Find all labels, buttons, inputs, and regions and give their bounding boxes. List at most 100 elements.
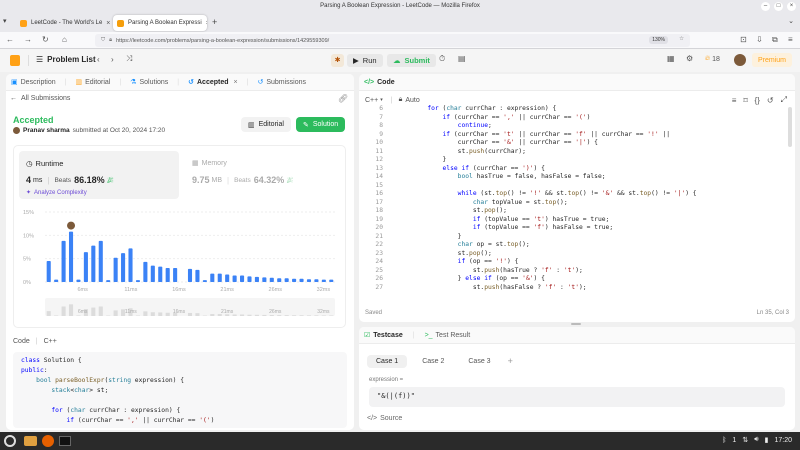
tab-close-icon[interactable]: × bbox=[102, 20, 110, 27]
runtime-bar[interactable] bbox=[46, 261, 51, 282]
zoom-level[interactable]: 130% bbox=[649, 36, 668, 44]
runtime-bar[interactable] bbox=[284, 278, 289, 282]
tab-testcase[interactable]: ☑ Testcase bbox=[364, 331, 403, 340]
solution-button[interactable]: ✎ Solution bbox=[296, 117, 346, 132]
runtime-bar[interactable] bbox=[240, 275, 245, 282]
editor-code-line[interactable]: 16 while (st.top() != '!' && st.top() !=… bbox=[359, 190, 787, 199]
runtime-bar[interactable] bbox=[202, 280, 207, 282]
notes-icon[interactable]: ▤ bbox=[458, 54, 466, 63]
timer-icon[interactable]: ⏱ bbox=[439, 54, 445, 64]
reset-icon[interactable]: ↺ bbox=[767, 96, 774, 105]
add-case-button[interactable]: + bbox=[506, 353, 515, 369]
editor-code-line[interactable]: 23 st.pop(); bbox=[359, 250, 787, 259]
runtime-bar[interactable] bbox=[121, 253, 126, 282]
editor-code-line[interactable]: 20 if (topValue == 'f') hasFalse = true; bbox=[359, 224, 787, 233]
editor-code-line[interactable]: 18 st.pop(); bbox=[359, 207, 787, 216]
terminal-app-icon[interactable] bbox=[59, 436, 71, 446]
runtime-bar[interactable] bbox=[158, 266, 163, 282]
runtime-bar[interactable] bbox=[173, 268, 178, 282]
runtime-bar[interactable] bbox=[225, 274, 230, 282]
settings-gear-icon[interactable]: ⚙ bbox=[686, 54, 693, 63]
leetcode-logo-icon[interactable] bbox=[10, 55, 20, 66]
home-icon[interactable]: ⌂ bbox=[62, 36, 67, 44]
case-tab-2[interactable]: Case 2 bbox=[413, 355, 453, 368]
problem-list-link[interactable]: ☰ Problem List bbox=[36, 55, 96, 64]
file-manager-icon[interactable] bbox=[24, 436, 37, 446]
url-bar[interactable]: ⛉ 🔒︎ https://leetcode.com/problems/parsi… bbox=[95, 34, 690, 47]
next-problem-icon[interactable]: › bbox=[111, 55, 114, 64]
runtime-bar[interactable] bbox=[292, 278, 297, 282]
tab-accepted[interactable]: ↺ Accepted × bbox=[188, 78, 237, 87]
runtime-bar[interactable] bbox=[247, 276, 252, 282]
browser-tab-leetcode[interactable]: LeetCode - The World's Le × bbox=[16, 15, 110, 31]
bluetooth-icon[interactable]: ᛒ bbox=[722, 437, 726, 444]
braces-icon[interactable]: {} bbox=[755, 96, 760, 105]
tab-code[interactable]: </> Code bbox=[364, 79, 395, 86]
extensions-icon[interactable]: ⧉ bbox=[772, 36, 778, 44]
runtime-bar[interactable] bbox=[306, 279, 312, 282]
case-tab-1[interactable]: Case 1 bbox=[367, 354, 408, 368]
runtime-bar[interactable] bbox=[91, 245, 96, 282]
tab-list-icon[interactable]: ▾ bbox=[3, 17, 7, 25]
editor-scrollbar[interactable] bbox=[788, 107, 792, 147]
tab-submissions[interactable]: ↺ Submissions bbox=[257, 78, 306, 87]
back-icon[interactable]: ← bbox=[6, 36, 14, 44]
editor-code-line[interactable]: 14 bool hasTrue = false, hasFalse = fals… bbox=[359, 173, 787, 182]
tab-close-icon[interactable]: × bbox=[202, 20, 207, 27]
runtime-bar[interactable] bbox=[106, 280, 111, 282]
tab-editorial[interactable]: ▥ Editorial bbox=[75, 78, 110, 87]
new-tab-icon[interactable]: + bbox=[212, 17, 217, 27]
runtime-bar[interactable] bbox=[135, 280, 140, 282]
start-menu-icon[interactable] bbox=[4, 435, 16, 447]
streak-counter[interactable]: 🔥︎ 18 bbox=[705, 55, 720, 63]
shuffle-icon[interactable]: ⤨ bbox=[126, 54, 132, 64]
menu-icon[interactable]: ≡ bbox=[788, 36, 793, 44]
editor-code-line[interactable]: 25 st.push(hasTrue ? 'f' : 't'); bbox=[359, 267, 787, 276]
runtime-bar[interactable] bbox=[321, 279, 326, 282]
runtime-bar[interactable] bbox=[98, 240, 103, 282]
network-icon[interactable]: ⇅ bbox=[742, 436, 748, 444]
runtime-bar[interactable] bbox=[329, 279, 334, 282]
downloads-icon[interactable]: ⇩ bbox=[756, 36, 763, 44]
source-link[interactable]: </> Source bbox=[367, 415, 402, 422]
runtime-bar[interactable] bbox=[217, 273, 222, 282]
pocket-icon[interactable]: ⊡ bbox=[740, 36, 747, 44]
runtime-bar[interactable] bbox=[187, 268, 193, 282]
layout-icon[interactable]: ▦ bbox=[667, 54, 675, 63]
editor-code-line[interactable]: 11 st.push(currChar); bbox=[359, 148, 787, 157]
all-submissions-link[interactable]: ← All Submissions bbox=[10, 95, 70, 102]
minimize-icon[interactable]: – bbox=[761, 2, 770, 11]
runtime-box[interactable]: ◷ Runtime 4 ms | Beats 86.18% 🎉︎ ✦ Analy… bbox=[19, 151, 179, 199]
runtime-bar[interactable] bbox=[54, 279, 59, 282]
resize-handle[interactable] bbox=[571, 323, 581, 325]
editor-code-line[interactable]: 27 st.push(hasFalse ? 'f' : 't'); bbox=[359, 284, 787, 293]
runtime-bar[interactable] bbox=[113, 257, 118, 282]
premium-button[interactable]: Premium bbox=[752, 53, 793, 67]
language-select[interactable]: C++ ▾ bbox=[365, 97, 383, 104]
browser-tab-problem[interactable]: Parsing A Boolean Expressi × bbox=[113, 15, 207, 31]
memory-box[interactable]: ▦ Memory 9.75 MB | Beats 64.32% 🎉︎ bbox=[185, 151, 342, 199]
editor-code-line[interactable]: 12 } bbox=[359, 156, 787, 165]
clock-time[interactable]: 17:20 bbox=[774, 437, 792, 444]
submit-button[interactable]: ☁ Submit bbox=[387, 54, 436, 67]
runtime-bar[interactable] bbox=[150, 265, 155, 282]
expression-input[interactable]: "&(|(f))" bbox=[369, 387, 785, 407]
debug-icon[interactable]: ✱ bbox=[331, 54, 344, 67]
list-all-tabs-icon[interactable]: ⌄ bbox=[788, 17, 794, 25]
avatar[interactable] bbox=[734, 54, 746, 66]
analyze-complexity-link[interactable]: ✦ Analyze Complexity bbox=[26, 189, 87, 197]
tab-test-result[interactable]: >_ Test Result bbox=[425, 332, 471, 339]
editor-code-line[interactable]: 22 char op = st.top(); bbox=[359, 241, 787, 250]
close-window-icon[interactable]: × bbox=[787, 2, 796, 11]
tab-description[interactable]: ▣ Description bbox=[11, 78, 56, 87]
mode-label[interactable]: Auto bbox=[405, 97, 419, 104]
code-editor[interactable]: 6 for (char currChar : expression) {7 if… bbox=[359, 105, 787, 303]
runtime-bar[interactable] bbox=[143, 261, 148, 282]
firefox-icon[interactable] bbox=[42, 435, 54, 447]
runtime-bar[interactable] bbox=[277, 278, 282, 282]
runtime-bar[interactable] bbox=[210, 273, 215, 282]
prev-problem-icon[interactable]: ‹ bbox=[97, 55, 100, 64]
editor-code-line[interactable]: 21 } bbox=[359, 233, 787, 242]
editor-code-line[interactable]: 10 currChar == '&' || currChar == '|') { bbox=[359, 139, 787, 148]
runtime-distribution-chart[interactable]: 15% 10% 5% 0% 6ms 11ms 16ms 21ms 26ms 32ms 6ms 11ms… bbox=[19, 204, 341, 324]
